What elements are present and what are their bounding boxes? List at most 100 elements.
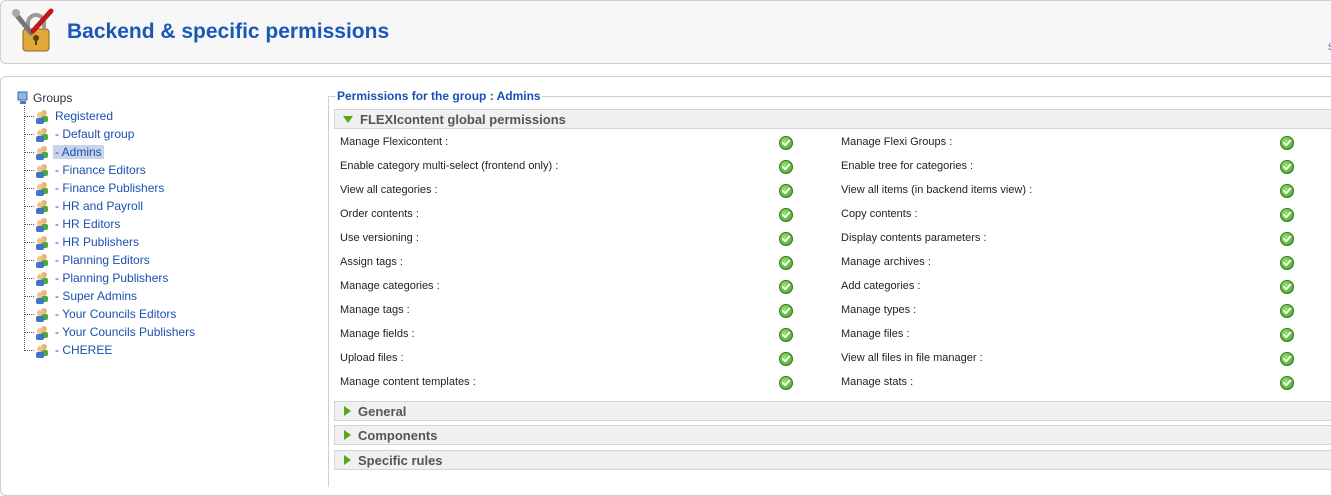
computer-icon [17,91,28,104]
tree-item-label: - Default group [55,127,135,141]
tree-item-label: - HR Publishers [55,235,140,249]
tree-branch-line [24,187,34,189]
check-icon [779,328,793,342]
tree-item-group[interactable]: - CHEREE [24,341,114,359]
check-icon [1280,304,1294,318]
tree-item-group[interactable]: - HR Editors [24,215,122,233]
check-icon [779,376,793,390]
users-icon [36,290,48,304]
permission-label: Manage Flexicontent : [340,136,449,148]
users-icon [36,200,48,214]
permission-label: Upload files : [340,352,404,364]
check-icon [1280,232,1294,246]
tree-branch-line [24,295,34,297]
tree-item-group[interactable]: - Planning Editors [24,251,152,269]
permission-label: Manage Flexi Groups : [841,136,953,148]
permission-label: View all files in file manager : [841,352,983,364]
tree-branch-line [24,241,34,243]
users-icon [36,110,48,124]
permission-row: Upload files : View all files in file man… [336,347,1331,371]
panel-specific-rules[interactable]: Specific rules [334,450,1331,470]
check-icon [779,352,793,366]
permission-label: Display contents parameters : [841,232,987,244]
tree-item-group[interactable]: - Default group [24,125,136,143]
users-icon [36,254,48,268]
collapsed-arrow-icon [344,455,351,465]
permission-label: Enable tree for categories : [841,160,974,172]
panel-title: FLEXIcontent global permissions [360,111,566,127]
tree-branch-line [24,259,34,261]
tree-item-label: - Your Councils Editors [55,307,177,321]
permission-row: Manage Flexicontent : Manage Flexi Groups… [336,131,1331,155]
tree-item-group[interactable]: - Super Admins [24,287,139,305]
tree-branch-line [24,169,34,171]
tree-branch-line [24,151,34,153]
tree-item-group[interactable]: - HR and Payroll [24,197,145,215]
tree-item-group[interactable]: - Admins [24,143,104,161]
tree-branch-line [24,349,34,351]
tree-item-group[interactable]: - Finance Publishers [24,179,166,197]
permission-row: Manage categories : Add categories : [336,275,1331,299]
tree-item-label: - CHEREE [55,343,113,357]
tree-item-group[interactable]: - Planning Publishers [24,269,170,287]
panel-components[interactable]: Components [334,425,1331,445]
tree-item-group[interactable]: Registered [24,107,115,125]
permission-label: Enable category multi-select (frontend o… [340,160,559,172]
panel-global-permissions[interactable]: FLEXIcontent global permissions [334,109,1331,129]
tree-item-label: - HR and Payroll [55,199,144,213]
permission-label: Manage categories : [340,280,440,292]
users-icon [36,308,48,322]
check-icon [1280,256,1294,270]
tree-item-label: - Admins [53,145,104,159]
users-icon [36,326,48,340]
tree-item-group[interactable]: - HR Publishers [24,233,141,251]
users-icon [36,272,48,286]
tree-item-group[interactable]: - Your Councils Publishers [24,323,197,341]
users-icon [36,164,48,178]
tree-branch-line [24,331,34,333]
users-icon [36,128,48,142]
check-icon [1280,280,1294,294]
tree-item-label: - HR Editors [55,217,121,231]
permission-label: View all categories : [340,184,438,196]
users-icon [36,182,48,196]
users-icon [36,344,48,358]
permission-label: Manage files : [841,328,910,340]
permission-label: Order contents : [340,208,419,220]
check-icon [779,256,793,270]
panel-title: Components [358,427,438,443]
tree-root-label: Groups [33,91,73,105]
tree-item-group[interactable]: - Finance Editors [24,161,148,179]
page-title: Backend & specific permissions [67,20,390,43]
check-icon [779,160,793,174]
permission-row: Manage fields : Manage files : [336,323,1331,347]
permission-label: Manage archives : [841,256,931,268]
tree-item-label: Registered [55,109,114,123]
collapsed-arrow-icon [344,406,351,416]
permission-row: Use versioning : Display contents paramet… [336,227,1331,251]
tree-root[interactable]: Groups [16,90,72,106]
permission-label: Manage types : [841,304,917,316]
permission-label: Use versioning : [340,232,419,244]
permission-label: Assign tags : [340,256,403,268]
panel-title: Specific rules [358,452,443,468]
permission-label: Manage content templates : [340,376,476,388]
permission-label: View all items (in backend items view) : [841,184,1033,196]
permission-label: Manage tags : [340,304,410,316]
panel-general[interactable]: General [334,401,1331,421]
permission-row: Manage tags : Manage types : [336,299,1331,323]
tree-item-label: - Planning Publishers [55,271,169,285]
tree-item-group[interactable]: - Your Councils Editors [24,305,178,323]
tree-branch-line [24,133,34,135]
check-icon [1280,376,1294,390]
check-icon [779,136,793,150]
tools-lock-icon [11,7,59,57]
tree-item-label: - Super Admins [55,289,138,303]
check-icon [779,184,793,198]
permission-label: Add categories : [841,280,921,292]
check-icon [779,232,793,246]
check-icon [1280,352,1294,366]
tree-branch-line [24,205,34,207]
permission-row: Manage content templates : Manage stats : [336,371,1331,395]
check-icon [1280,160,1294,174]
